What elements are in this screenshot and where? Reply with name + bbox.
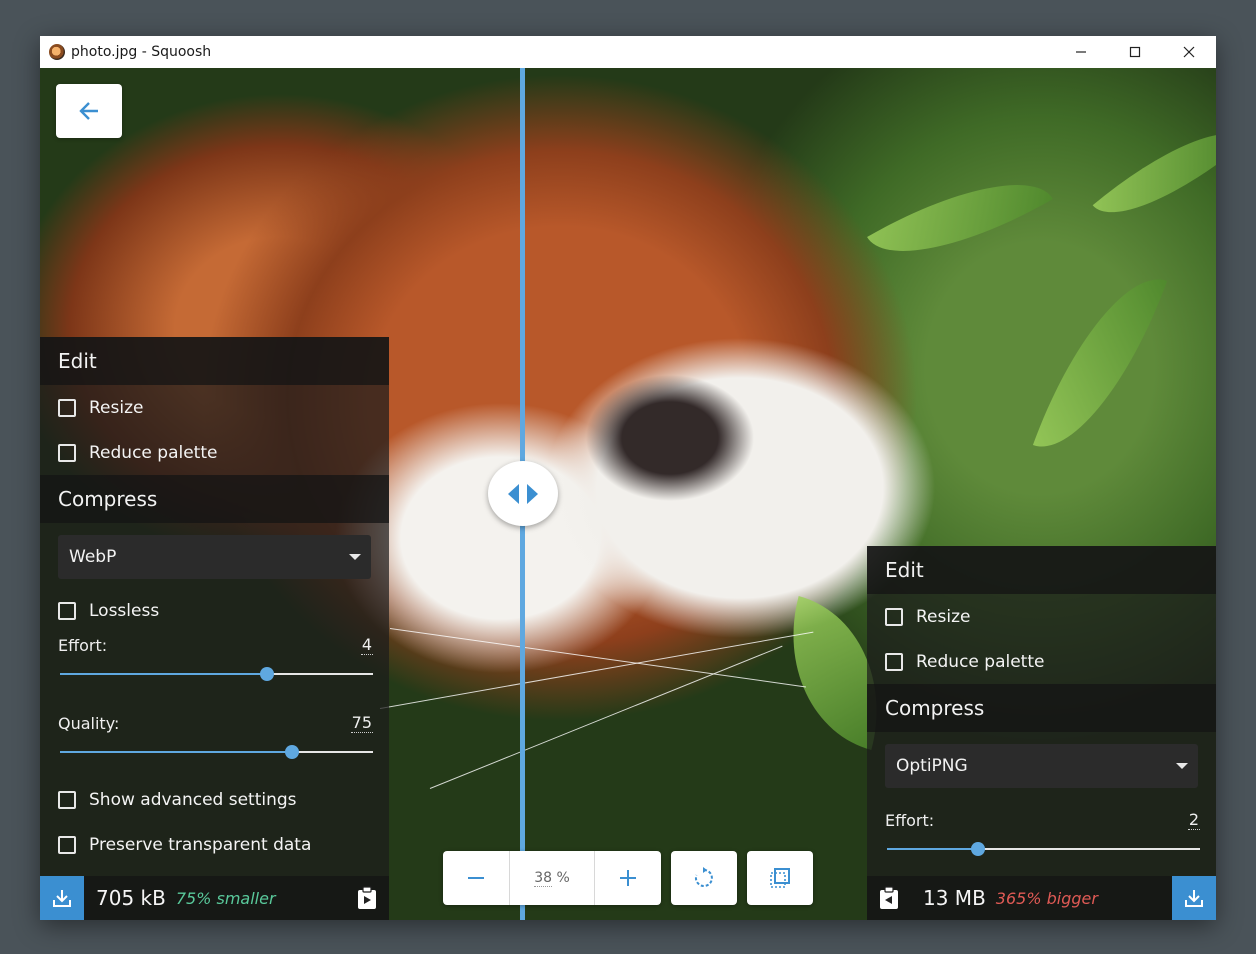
reduce-palette-checkbox[interactable] <box>58 443 76 462</box>
bamboo-leaf <box>1092 102 1216 244</box>
close-icon <box>1183 46 1195 58</box>
chevron-down-icon <box>349 554 361 560</box>
app-window: photo.jpg - Squoosh Edit Resize Reduce p… <box>40 36 1216 920</box>
right-options-panel: Edit Resize Reduce palette Compress Opti… <box>867 546 1216 920</box>
effort-slider[interactable] <box>60 667 373 681</box>
right-file-size: 13 MB <box>923 886 986 910</box>
effort-slider-fill <box>60 673 267 675</box>
divider-handle[interactable] <box>488 461 558 526</box>
bamboo-leaf <box>1032 257 1168 469</box>
left-file-size: 705 kB <box>96 886 166 910</box>
lossless-checkbox[interactable] <box>58 601 76 620</box>
zoom-value[interactable]: 38 <box>534 870 553 887</box>
quality-control: Quality: 75 <box>40 713 389 759</box>
lossless-option[interactable]: Lossless <box>40 588 389 633</box>
reduce-palette-option[interactable]: Reduce palette <box>867 639 1216 684</box>
lossless-label: Lossless <box>89 600 160 621</box>
maximize-button[interactable] <box>1108 36 1162 68</box>
copy-settings-icon <box>880 886 898 909</box>
preserve-transparent-label: Preserve transparent data <box>89 834 312 855</box>
codec-select-value: WebP <box>69 547 117 567</box>
maximize-icon <box>1129 46 1141 58</box>
zoom-unit: % <box>556 870 570 886</box>
quality-slider[interactable] <box>60 745 373 759</box>
download-button-left[interactable] <box>40 876 84 920</box>
zoom-in-button[interactable] <box>595 851 661 905</box>
resize-checkbox[interactable] <box>885 607 903 626</box>
reduce-palette-checkbox[interactable] <box>885 652 903 671</box>
download-icon <box>1185 890 1203 907</box>
resize-label: Resize <box>916 606 971 627</box>
rotate-icon <box>694 867 713 887</box>
right-result-bar: 13 MB 365% bigger <box>867 876 1216 920</box>
download-icon <box>53 890 71 907</box>
preserve-transparent-option[interactable]: Preserve transparent data <box>40 822 389 867</box>
whisker <box>379 631 814 709</box>
minimize-button[interactable] <box>1054 36 1108 68</box>
advanced-settings-label: Show advanced settings <box>89 789 297 810</box>
left-result-bar: 705 kB 75% smaller <box>40 876 389 920</box>
preserve-transparent-checkbox[interactable] <box>58 835 76 854</box>
window-controls <box>1054 36 1216 68</box>
copy-settings-icon <box>358 886 376 909</box>
advanced-settings-checkbox[interactable] <box>58 790 76 809</box>
copy-settings-left-button[interactable] <box>876 885 902 911</box>
resize-label: Resize <box>89 397 144 418</box>
effort-label: Effort: <box>885 811 935 830</box>
minimize-icon <box>1076 51 1086 53</box>
squoosh-app-icon <box>49 44 65 60</box>
left-size-delta: 75% smaller <box>175 888 276 908</box>
compress-heading: Compress <box>867 684 1216 732</box>
effort-control: Effort: 4 <box>40 635 389 681</box>
edit-heading: Edit <box>867 546 1216 594</box>
bamboo-leaf <box>867 147 1053 289</box>
resize-option[interactable]: Resize <box>867 594 1216 639</box>
background-toggle-icon <box>770 868 790 888</box>
copy-settings-right-button[interactable] <box>354 885 380 911</box>
zoom-toolbar: 38 % <box>443 851 813 905</box>
effort-slider-fill <box>887 848 978 850</box>
title-bar: photo.jpg - Squoosh <box>40 36 1216 68</box>
close-button[interactable] <box>1162 36 1216 68</box>
left-options-panel: Edit Resize Reduce palette Compress WebP… <box>40 337 389 920</box>
codec-select-value: OptiPNG <box>896 756 968 776</box>
reduce-palette-label: Reduce palette <box>916 651 1045 672</box>
back-button[interactable] <box>56 84 122 138</box>
rotate-button[interactable] <box>671 851 737 905</box>
quality-slider-fill <box>60 751 292 753</box>
whisker <box>389 628 806 688</box>
resize-option[interactable]: Resize <box>40 385 389 430</box>
reduce-palette-option[interactable]: Reduce palette <box>40 430 389 475</box>
effort-control: Effort: 2 <box>867 810 1216 856</box>
zoom-level[interactable]: 38 % <box>510 851 594 905</box>
plus-icon <box>620 870 636 886</box>
right-size-delta: 365% bigger <box>995 888 1098 908</box>
codec-select[interactable]: WebP <box>58 535 371 579</box>
effort-slider-thumb[interactable] <box>259 667 274 681</box>
zoom-controls: 38 % <box>443 851 661 905</box>
download-button-right[interactable] <box>1172 876 1216 920</box>
quality-slider-thumb[interactable] <box>284 745 299 759</box>
effort-value[interactable]: 4 <box>360 635 373 655</box>
drag-arrows-icon <box>508 483 538 504</box>
background-toggle-button[interactable] <box>747 851 813 905</box>
quality-label: Quality: <box>58 714 120 733</box>
resize-checkbox[interactable] <box>58 398 76 417</box>
effort-slider[interactable] <box>887 842 1200 856</box>
zoom-out-button[interactable] <box>443 851 509 905</box>
arrow-left-icon <box>79 102 98 120</box>
compress-heading: Compress <box>40 475 389 523</box>
edit-heading: Edit <box>40 337 389 385</box>
minus-icon <box>468 877 484 879</box>
effort-label: Effort: <box>58 636 108 655</box>
advanced-settings-option[interactable]: Show advanced settings <box>40 777 389 822</box>
effort-value[interactable]: 2 <box>1187 810 1200 830</box>
quality-value[interactable]: 75 <box>350 713 373 733</box>
chevron-down-icon <box>1176 763 1188 769</box>
reduce-palette-label: Reduce palette <box>89 442 218 463</box>
codec-select[interactable]: OptiPNG <box>885 744 1198 788</box>
effort-slider-thumb[interactable] <box>970 842 985 856</box>
window-title: photo.jpg - Squoosh <box>71 44 212 60</box>
